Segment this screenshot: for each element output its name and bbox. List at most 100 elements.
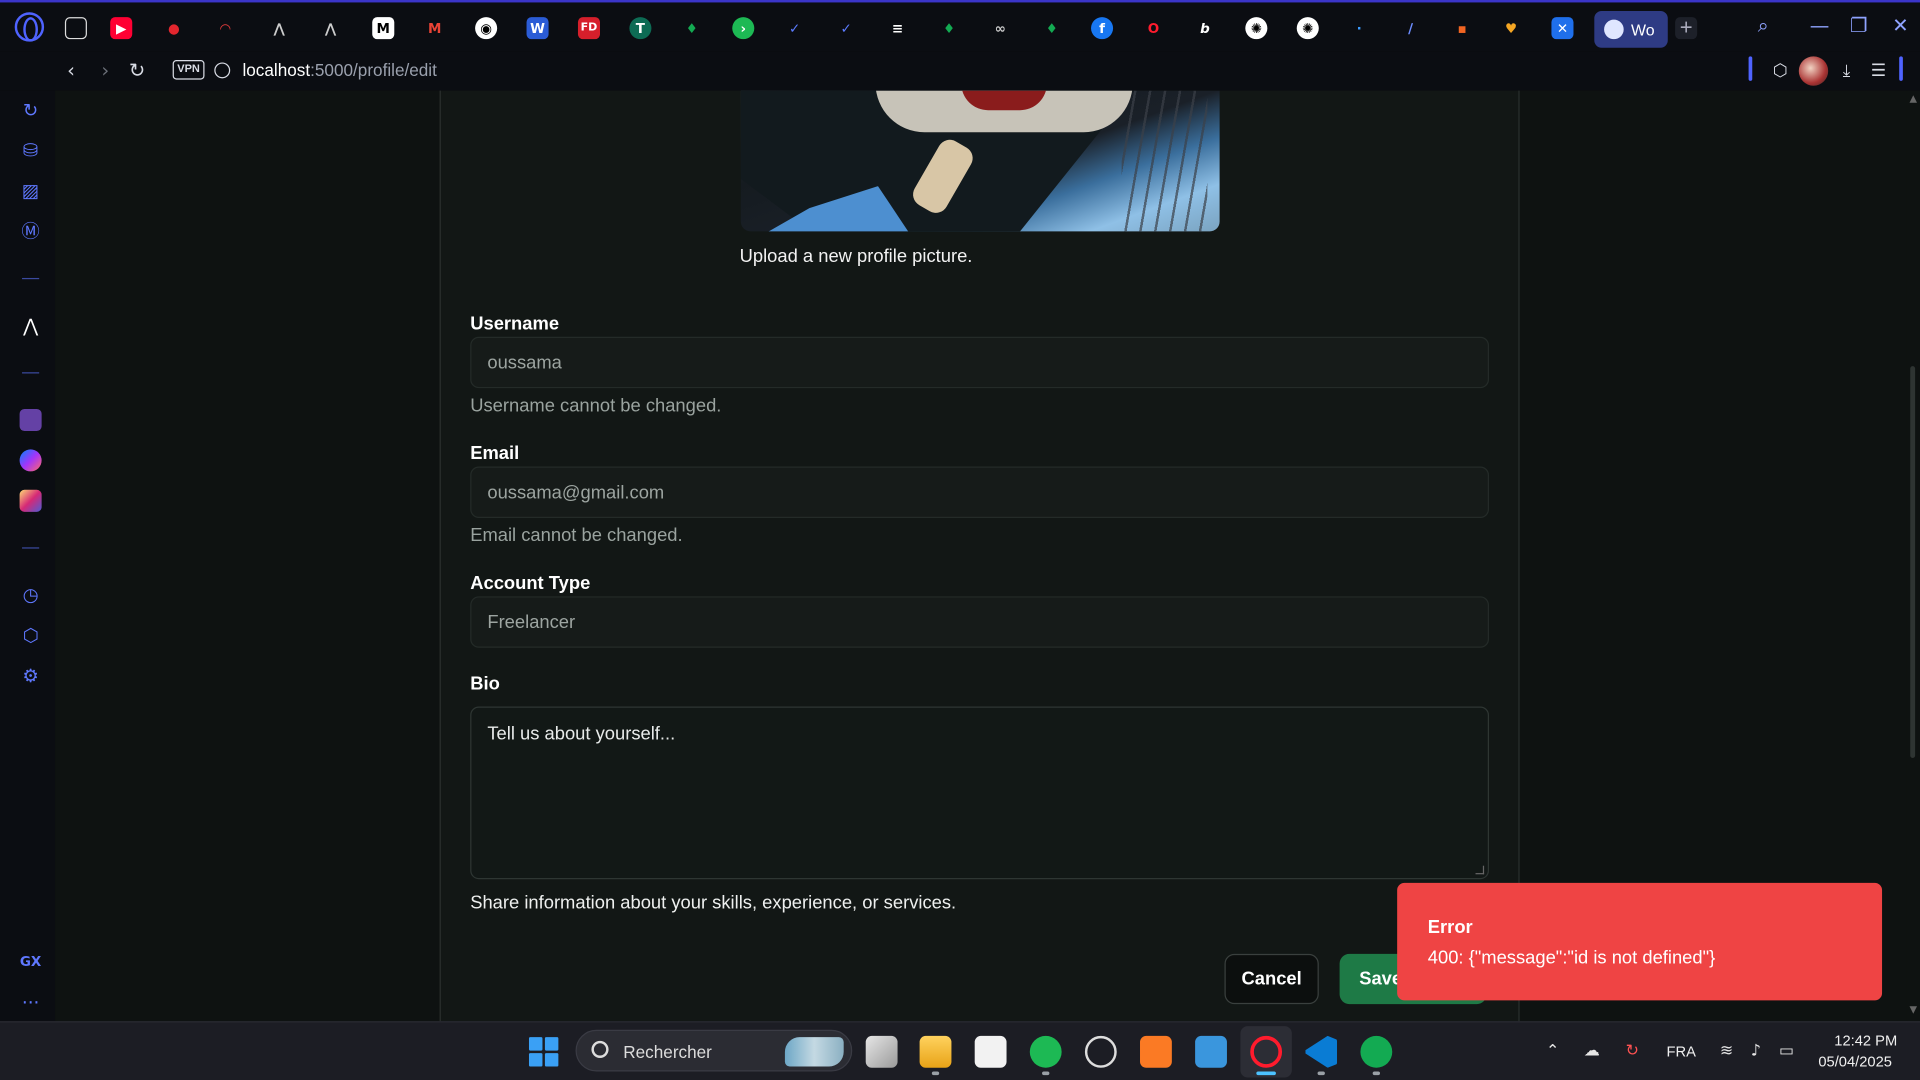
chatgpt-icon[interactable]: ✺ xyxy=(1296,17,1319,40)
gmail-icon[interactable]: M xyxy=(424,17,446,39)
url-field[interactable]: localhost:5000/profile/edit xyxy=(242,60,436,80)
wifi-icon[interactable]: ≋ xyxy=(1716,1041,1738,1063)
close-window-button[interactable]: ✕ xyxy=(1886,12,1915,41)
pen-icon[interactable]: ∕ xyxy=(1400,17,1422,39)
aria-icon[interactable]: ⋀ xyxy=(18,313,42,337)
mongodb-icon[interactable]: ♦ xyxy=(681,17,703,39)
extensions-icon[interactable]: ⬡ xyxy=(18,623,42,647)
new-tab-button[interactable]: + xyxy=(1675,16,1698,40)
scroll-down-icon[interactable]: ▼ xyxy=(1908,1004,1919,1015)
heart-icon[interactable]: ♥ xyxy=(1500,17,1522,39)
back-button[interactable]: ‹ xyxy=(58,58,85,85)
bio-textarea[interactable]: Tell us about yourself... xyxy=(470,706,1489,880)
error-toast[interactable]: Error 400: {"message":"id is not defined… xyxy=(1397,882,1883,1001)
messenger-icon[interactable] xyxy=(19,449,42,472)
accent-bar xyxy=(1748,56,1753,81)
file-explorer-icon[interactable] xyxy=(919,1035,952,1068)
opera-gx-icon[interactable] xyxy=(1250,1035,1283,1068)
show-hidden-icons[interactable]: ⌃ xyxy=(1542,1041,1564,1063)
search-tabs-icon[interactable]: ⌕ xyxy=(1749,12,1778,41)
fd-icon[interactable]: FD xyxy=(577,17,601,40)
stack-icon[interactable]: ≡ xyxy=(887,17,909,39)
minimize-button[interactable]: — xyxy=(1805,12,1834,41)
youtube-icon[interactable]: ▶ xyxy=(110,17,133,40)
profile-picture[interactable] xyxy=(740,90,1220,232)
red-app-icon[interactable]: ● xyxy=(163,17,185,39)
scroll-up-icon[interactable]: ▲ xyxy=(1908,93,1919,104)
site-info-icon[interactable] xyxy=(214,62,231,79)
active-tab[interactable]: Wo xyxy=(1594,11,1668,48)
facebook-icon[interactable]: f xyxy=(1091,17,1114,40)
account-type-field[interactable]: Freelancer xyxy=(470,596,1489,648)
more-options-icon[interactable]: ··· xyxy=(18,991,42,1015)
cube-icon[interactable]: ⬡ xyxy=(1768,59,1792,83)
settings-icon[interactable]: ⚙ xyxy=(18,664,42,688)
gx-cleaner-icon[interactable]: ▨ xyxy=(18,179,42,203)
butterfly-icon[interactable]: ✕ xyxy=(1551,17,1574,40)
mongodb-compass-icon[interactable] xyxy=(1360,1035,1393,1068)
spotify-icon[interactable] xyxy=(1029,1035,1062,1068)
mods-icon[interactable]: Ⓜ xyxy=(18,219,42,243)
word-icon[interactable]: W xyxy=(526,17,549,40)
sync-icon[interactable]: ↻ xyxy=(1621,1041,1643,1063)
twitch-icon[interactable] xyxy=(19,408,42,432)
vpn-badge[interactable]: VPN xyxy=(172,60,205,80)
email-field[interactable]: oussama@gmail.com xyxy=(470,466,1489,518)
clock-time[interactable]: 12:42 PM xyxy=(1834,1032,1897,1049)
forward-button[interactable]: › xyxy=(92,58,119,85)
start-button[interactable] xyxy=(528,1037,559,1067)
username-field[interactable]: oussama xyxy=(470,336,1489,389)
page-scrollbar[interactable]: ▲ ▼ xyxy=(1906,90,1920,1022)
restore-button[interactable]: ❐ xyxy=(1844,12,1873,41)
tree-icon[interactable]: ⋀ xyxy=(320,17,342,39)
clock-date[interactable]: 05/04/2025 xyxy=(1818,1053,1892,1070)
profile-picture-masts xyxy=(1121,90,1208,232)
battery-icon[interactable]: ▭ xyxy=(1776,1041,1798,1063)
download-icon[interactable]: ⤓ xyxy=(1834,59,1858,83)
store-icon[interactable] xyxy=(974,1035,1007,1068)
notepad-icon[interactable] xyxy=(1195,1035,1227,1068)
search-icon xyxy=(591,1040,609,1058)
language-indicator[interactable]: FRA xyxy=(1667,1043,1696,1060)
mongodb-icon[interactable]: ♦ xyxy=(1041,17,1063,39)
taskbar: Rechercher ⌃ ☁ ↻ FRA ≋ ♪ ▭ 12:42 PM 05/0… xyxy=(0,1021,1920,1080)
taskbar-search[interactable]: Rechercher xyxy=(575,1029,853,1072)
blocks-icon[interactable]: ▪ xyxy=(1451,17,1473,39)
browser-tab-bar: ▶ ● ◠ ⋀ ⋀ M M ◉ W FD T ♦ › ✓ ✓ ≡ ♦ ∞ ♦ f… xyxy=(0,0,1920,52)
menu-icon[interactable]: ☰ xyxy=(1866,59,1890,83)
avatar[interactable] xyxy=(1798,56,1829,86)
game-controller-icon[interactable] xyxy=(64,17,87,40)
volume-icon[interactable]: ♪ xyxy=(1745,1041,1767,1063)
dragon-icon[interactable]: ✓ xyxy=(835,17,857,39)
onedrive-icon[interactable]: ☁ xyxy=(1581,1041,1603,1063)
sidebar-separator xyxy=(22,547,40,549)
xampp-icon[interactable] xyxy=(1140,1035,1172,1068)
history-icon[interactable]: ◷ xyxy=(18,583,42,607)
running-indicator xyxy=(931,1071,940,1076)
chatgpt-icon[interactable] xyxy=(1084,1035,1117,1068)
opera-icon[interactable]: O xyxy=(1142,17,1164,39)
mongodb-icon[interactable]: ♦ xyxy=(938,17,960,39)
task-view-icon[interactable] xyxy=(865,1035,898,1068)
circle-arrow-icon[interactable]: › xyxy=(732,17,755,40)
speedometer-icon[interactable]: ◠ xyxy=(214,17,236,39)
resize-handle[interactable] xyxy=(1475,865,1485,875)
opera-logo-icon[interactable] xyxy=(14,12,45,42)
tab-square-icon[interactable]: M xyxy=(372,17,395,40)
tree-icon[interactable]: ⋀ xyxy=(268,17,290,39)
vscode-icon[interactable] xyxy=(1305,1035,1338,1068)
cluster-icon[interactable]: ∞ xyxy=(989,17,1011,39)
chatgpt-icon[interactable]: ✺ xyxy=(1245,17,1268,40)
b-icon[interactable]: b xyxy=(1194,17,1216,39)
speed-dial-icon[interactable]: ↻ xyxy=(18,98,42,122)
cancel-button[interactable]: Cancel xyxy=(1224,953,1319,1005)
dragon-icon[interactable]: ✓ xyxy=(784,17,806,39)
instagram-icon[interactable] xyxy=(19,489,42,512)
dot-icon[interactable]: · xyxy=(1348,17,1370,39)
gx-label[interactable]: GX xyxy=(18,950,42,974)
tracker-icon[interactable]: T xyxy=(629,17,652,40)
reload-button[interactable]: ↻ xyxy=(124,58,151,85)
gx-control-icon[interactable]: ⛁ xyxy=(18,138,42,162)
github-icon[interactable]: ◉ xyxy=(475,17,498,40)
scrollbar-thumb[interactable] xyxy=(1910,366,1916,758)
